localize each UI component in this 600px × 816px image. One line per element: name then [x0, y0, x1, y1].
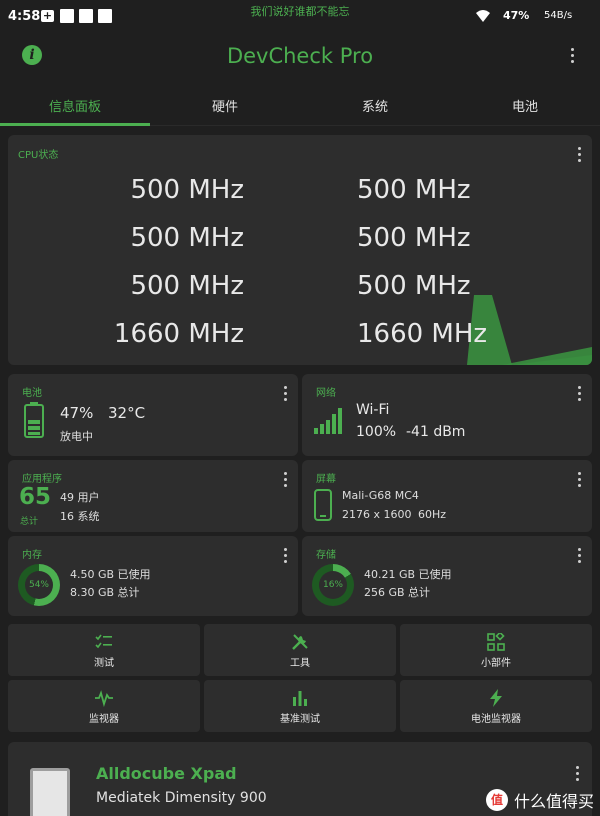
phone-icon: [314, 489, 332, 521]
card-title: 电池: [22, 388, 42, 399]
network-card[interactable]: 网络 Wi-Fi 100% -41 dBm: [302, 374, 592, 456]
button-label: 监视器: [89, 714, 119, 725]
cpu-core-freq: 500 MHz: [357, 271, 471, 301]
storage-total: 256 GB 总计: [364, 586, 431, 599]
tools-button[interactable]: 工具: [204, 624, 396, 676]
card-title: 应用程序: [22, 474, 62, 485]
app-title: DevCheck Pro: [226, 44, 374, 68]
cpu-core-freq: 500 MHz: [130, 175, 244, 205]
network-dbm: -41 dBm: [406, 424, 466, 440]
cpu-core-freq: 500 MHz: [130, 271, 244, 301]
cpu-core-freq: 1660 MHz: [357, 319, 488, 349]
card-menu-icon[interactable]: [578, 472, 582, 490]
card-menu-icon[interactable]: [578, 548, 582, 566]
cpu-core-freq: 500 MHz: [130, 223, 244, 253]
cpu-core-freq: 500 MHz: [357, 175, 471, 205]
storage-card[interactable]: 存储 16% 40.21 GB 已使用 256 GB 总计: [302, 536, 592, 616]
status-battery: 47%: [503, 9, 530, 22]
screen-card[interactable]: 屏幕 Mali-G68 MC4 2176 x 1600 60Hz: [302, 460, 592, 532]
pulse-icon: [95, 690, 113, 707]
memory-usage-ring: 54%: [18, 564, 60, 606]
battery-icon: [24, 402, 44, 438]
screen-gpu: Mali-G68 MC4: [342, 489, 419, 502]
widgets-icon: [487, 633, 505, 651]
memory-percent: 54%: [25, 571, 53, 599]
monitors-button[interactable]: 监视器: [8, 680, 200, 732]
cpu-core-freq: 1660 MHz: [113, 319, 244, 349]
tab-system[interactable]: 系统: [300, 84, 450, 125]
memory-used: 4.50 GB 已使用: [70, 568, 151, 581]
card-menu-icon[interactable]: [578, 386, 582, 404]
apps-user-count: 49 用户: [60, 491, 100, 504]
battery-percent: 47%: [60, 404, 94, 422]
cpu-status-card[interactable]: CPU状态 500 MHz 500 MHz 500 MHz 500 MHz 50…: [8, 135, 592, 365]
benchmark-button[interactable]: 基准测试: [204, 680, 396, 732]
bar-chart-icon: [293, 691, 307, 706]
apps-system-count: 16 系统: [60, 510, 100, 523]
status-net-speed: 54B/s: [544, 10, 573, 21]
network-type: Wi-Fi: [356, 402, 390, 418]
watermark-logo: 值: [485, 789, 508, 811]
memory-total: 8.30 GB 总计: [70, 586, 140, 599]
watermark: 值 什么值得买: [485, 788, 594, 812]
storage-usage-ring: 16%: [312, 564, 354, 606]
tab-battery[interactable]: 电池: [450, 84, 600, 125]
checklist-icon: [95, 634, 112, 649]
status-bar: 4:58 + 我们说好谁都不能忘 47% 54B/s: [0, 0, 600, 32]
card-menu-icon[interactable]: [578, 147, 582, 165]
watermark-text: 什么值得买: [513, 792, 594, 811]
card-title: 网络: [316, 388, 336, 399]
device-name: Alldocube Xpad: [96, 764, 237, 783]
button-label: 测试: [94, 658, 114, 669]
button-label: 基准测试: [280, 714, 320, 725]
apps-total-count: 65: [19, 484, 52, 510]
bolt-icon: [490, 689, 502, 707]
memory-card[interactable]: 内存 54% 4.50 GB 已使用 8.30 GB 总计: [8, 536, 298, 616]
button-label: 电池监视器: [471, 714, 521, 725]
app-bar: i DevCheck Pro: [0, 32, 600, 82]
tools-icon: [292, 634, 308, 650]
tab-dashboard[interactable]: 信息面板: [0, 84, 150, 126]
tab-bar: 信息面板 硬件 系统 电池: [0, 84, 600, 126]
network-signal: 100%: [356, 424, 397, 440]
card-menu-icon[interactable]: [284, 472, 288, 490]
battery-temp: 32°C: [108, 404, 146, 422]
screen-refresh: 60Hz: [418, 508, 447, 521]
apps-card[interactable]: 应用程序 65 总计 49 用户 16 系统: [8, 460, 298, 532]
device-chipset: Mediatek Dimensity 900: [96, 790, 267, 806]
wifi-icon: [476, 10, 490, 22]
battery-monitor-button[interactable]: 电池监视器: [400, 680, 592, 732]
battery-card[interactable]: 电池 47% 32°C 放电中: [8, 374, 298, 456]
widgets-button[interactable]: 小部件: [400, 624, 592, 676]
screen-resolution: 2176 x 1600: [342, 508, 412, 521]
overflow-menu-icon[interactable]: [571, 48, 575, 66]
card-title: 屏幕: [316, 474, 336, 485]
card-menu-icon[interactable]: [284, 548, 288, 566]
card-title: CPU状态: [18, 150, 59, 161]
button-label: 小部件: [481, 658, 511, 669]
cpu-core-freq: 500 MHz: [357, 223, 471, 253]
battery-status: 放电中: [60, 430, 93, 443]
storage-used: 40.21 GB 已使用: [364, 568, 452, 581]
card-menu-icon[interactable]: [576, 766, 580, 784]
storage-percent: 16%: [319, 571, 347, 599]
card-title: 内存: [22, 550, 42, 561]
card-menu-icon[interactable]: [284, 386, 288, 404]
card-title: 存储: [316, 550, 336, 561]
signal-bars-icon: [314, 408, 342, 434]
tablet-image: [30, 768, 70, 816]
tab-hardware[interactable]: 硬件: [150, 84, 300, 125]
tests-button[interactable]: 测试: [8, 624, 200, 676]
button-label: 工具: [290, 658, 310, 669]
apps-total-label: 总计: [20, 517, 39, 527]
